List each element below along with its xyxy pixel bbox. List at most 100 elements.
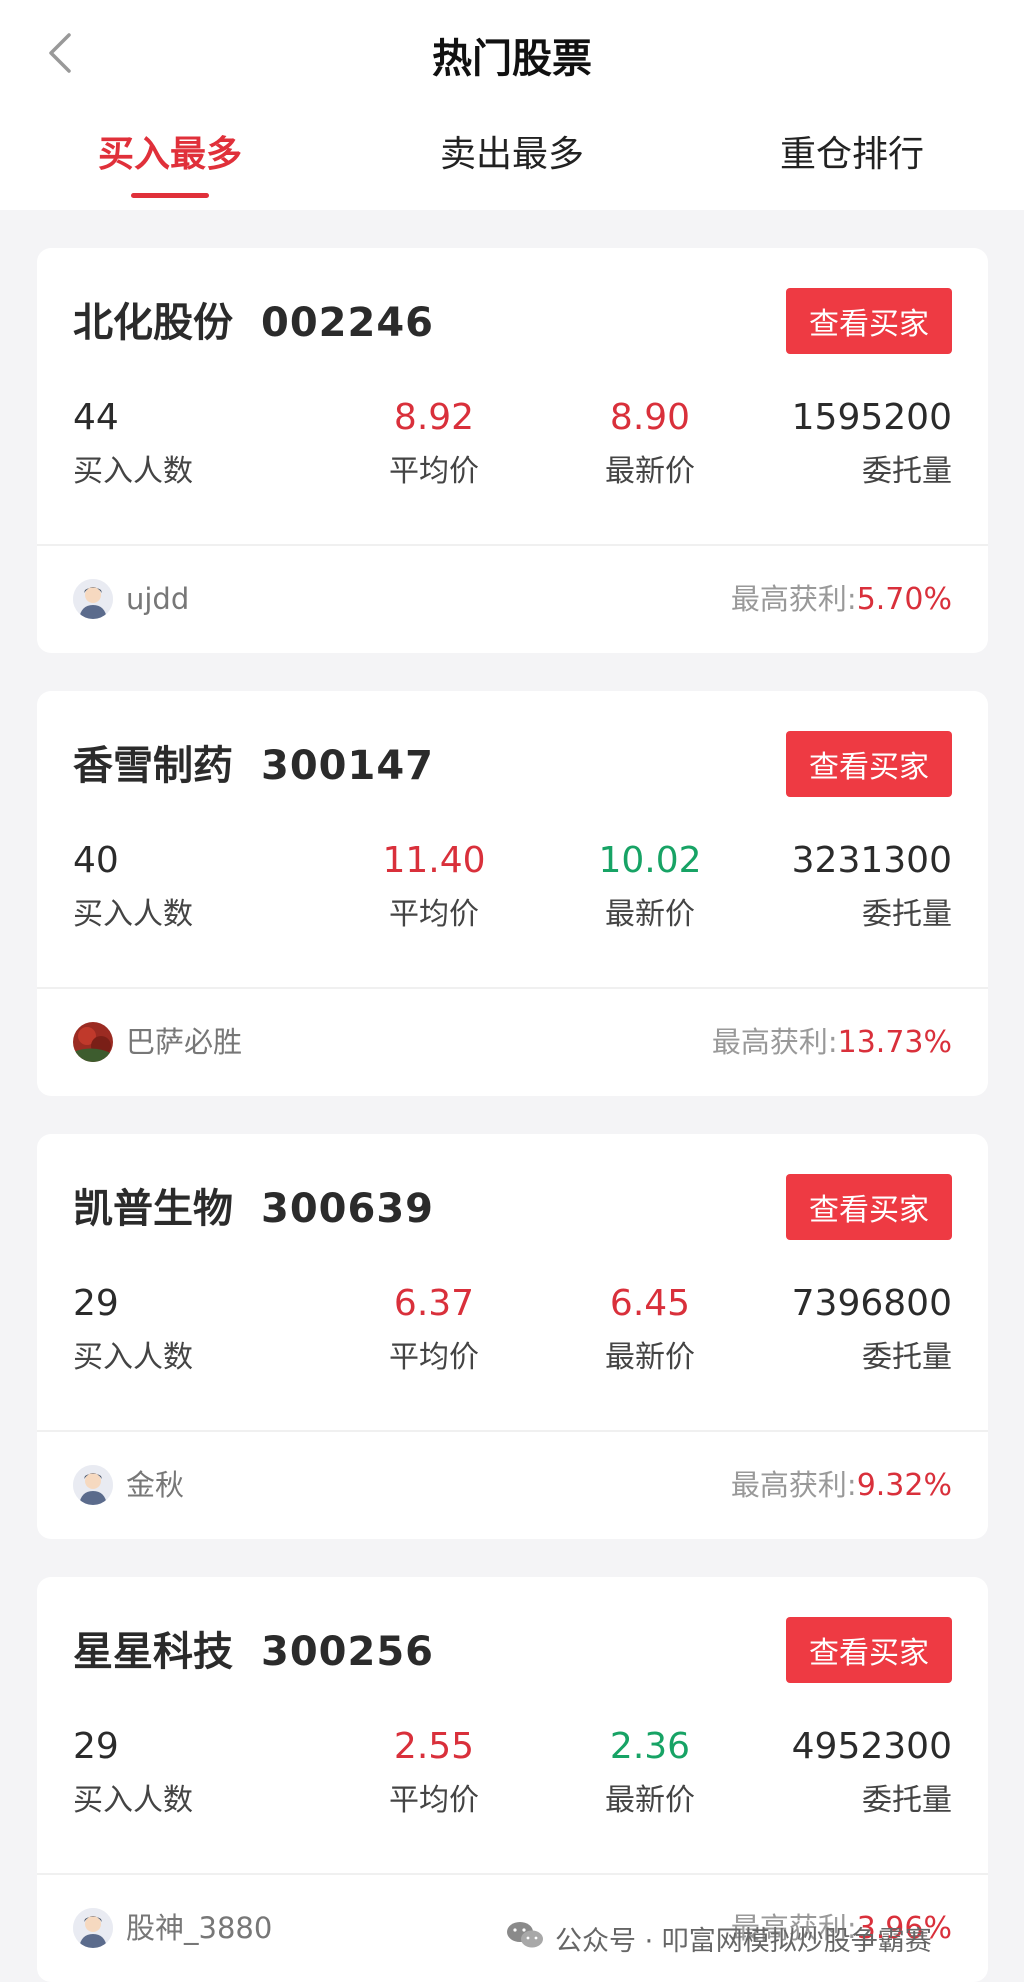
watermark: 公众号 · 叩富网模拟炒股争霸赛 — [505, 1910, 932, 1966]
stock-name: 北化股份 — [73, 300, 233, 346]
buyers-count: 40 — [73, 840, 119, 881]
avg-price-value: 11.40 — [382, 840, 486, 881]
max-profit-value: 5.70% — [856, 582, 952, 617]
divider — [37, 1430, 988, 1432]
volume-value: 4952300 — [791, 1726, 952, 1767]
stock-card: 北化股份 002246 查看买家 44 买入人数 8.92 平均价 8.90 最新… — [37, 248, 988, 653]
last-price-value: 8.90 — [609, 397, 691, 438]
stock-code: 300639 — [261, 1186, 434, 1232]
avg-price-label: 平均价 — [389, 454, 479, 489]
last-price-value: 2.36 — [609, 1726, 691, 1767]
max-profit-value: 9.32% — [856, 1468, 952, 1503]
tab-sell-most[interactable]: 卖出最多 — [410, 125, 614, 210]
user-avatar-icon — [73, 1022, 113, 1062]
tab-heavy-position-rank[interactable]: 重仓排行 — [750, 125, 954, 210]
stock-title: 北化股份 002246 — [73, 290, 434, 348]
divider — [37, 987, 988, 989]
stat-last-price: 6.45 最新价 — [575, 1282, 725, 1378]
page-title: 热门股票 — [432, 36, 592, 82]
stock-code: 002246 — [261, 300, 434, 346]
top-user-row[interactable]: 巴萨必胜 最高获利:13.73% — [73, 1019, 952, 1065]
view-buyers-button[interactable]: 查看买家 — [786, 1174, 952, 1240]
username: 股神_3880 — [126, 1911, 273, 1945]
top-user-row[interactable]: ujdd 最高获利:5.70% — [73, 576, 952, 622]
user-avatar-icon — [73, 1465, 113, 1505]
max-profit-label: 最高获利: — [711, 1025, 838, 1059]
stat-volume: 3231300 委托量 — [792, 839, 952, 935]
stock-title: 星星科技 300256 — [73, 1619, 434, 1677]
avg-price-value: 8.92 — [393, 397, 475, 438]
stock-card: 香雪制药 300147 查看买家 40 买入人数 11.40 平均价 10.02 … — [37, 691, 988, 1096]
divider — [37, 1873, 988, 1875]
last-price-label: 最新价 — [605, 454, 695, 489]
tab-label: 卖出最多 — [439, 134, 584, 175]
view-buyers-button[interactable]: 查看买家 — [786, 1617, 952, 1683]
max-profit-value: 13.73% — [837, 1025, 952, 1060]
stat-avg-price: 8.92 平均价 — [359, 396, 509, 492]
last-price-value: 6.45 — [609, 1283, 691, 1324]
divider — [37, 544, 988, 546]
volume-value: 3231300 — [791, 840, 952, 881]
stat-buyers: 44 买入人数 — [73, 396, 193, 492]
max-profit: 最高获利:5.70% — [731, 576, 952, 623]
tab-label: 重仓排行 — [779, 134, 924, 175]
stock-title: 凯普生物 300639 — [73, 1176, 434, 1234]
tab-buy-most[interactable]: 买入最多 — [68, 125, 272, 210]
volume-value: 7396800 — [791, 1283, 952, 1324]
stat-avg-price: 6.37 平均价 — [359, 1282, 509, 1378]
wechat-icon — [505, 1919, 545, 1958]
stat-last-price: 8.90 最新价 — [575, 396, 725, 492]
max-profit-label: 最高获利: — [730, 1468, 857, 1502]
max-profit-label: 最高获利: — [730, 582, 857, 616]
volume-label: 委托量 — [862, 897, 952, 932]
stat-buyers: 40 买入人数 — [73, 839, 193, 935]
buyers-count: 29 — [73, 1283, 119, 1324]
stock-name: 凯普生物 — [73, 1186, 233, 1232]
stock-code: 300256 — [261, 1629, 434, 1675]
stat-volume: 7396800 委托量 — [792, 1282, 952, 1378]
max-profit: 最高获利:9.32% — [731, 1462, 952, 1509]
stock-card: 凯普生物 300639 查看买家 29 买入人数 6.37 平均价 6.45 最新… — [37, 1134, 988, 1539]
buyers-label: 买入人数 — [73, 1340, 193, 1375]
stock-name: 星星科技 — [73, 1629, 233, 1675]
buyers-label: 买入人数 — [73, 1783, 193, 1818]
header: 热门股票 买入最多 卖出最多 重仓排行 — [0, 0, 1024, 210]
view-buyers-button[interactable]: 查看买家 — [786, 288, 952, 354]
stat-avg-price: 2.55 平均价 — [359, 1725, 509, 1821]
stat-buyers: 29 买入人数 — [73, 1282, 193, 1378]
user-avatar-icon — [73, 579, 113, 619]
tab-bar: 买入最多 卖出最多 重仓排行 — [0, 125, 1024, 210]
avg-price-value: 6.37 — [393, 1283, 475, 1324]
top-user-row[interactable]: 金秋 最高获利:9.32% — [73, 1462, 952, 1508]
max-profit: 最高获利:13.73% — [712, 1019, 952, 1066]
stat-buyers: 29 买入人数 — [73, 1725, 193, 1821]
username: ujdd — [126, 582, 190, 616]
last-price-value: 10.02 — [598, 840, 702, 881]
buyers-count: 44 — [73, 397, 119, 438]
buyers-count: 29 — [73, 1726, 119, 1767]
volume-label: 委托量 — [862, 454, 952, 489]
avg-price-label: 平均价 — [389, 897, 479, 932]
last-price-label: 最新价 — [605, 897, 695, 932]
last-price-label: 最新价 — [605, 1783, 695, 1818]
stock-code: 300147 — [261, 743, 434, 789]
volume-label: 委托量 — [862, 1340, 952, 1375]
stat-volume: 1595200 委托量 — [792, 396, 952, 492]
view-buyers-button[interactable]: 查看买家 — [786, 731, 952, 797]
buyers-label: 买入人数 — [73, 897, 193, 932]
avg-price-label: 平均价 — [389, 1783, 479, 1818]
stock-title: 香雪制药 300147 — [73, 733, 434, 791]
avg-price-label: 平均价 — [389, 1340, 479, 1375]
tab-active-indicator — [131, 193, 209, 198]
username: 金秋 — [126, 1468, 185, 1502]
stat-last-price: 10.02 最新价 — [575, 839, 725, 935]
buyers-label: 买入人数 — [73, 454, 193, 489]
user-avatar-icon — [73, 1908, 113, 1948]
stat-last-price: 2.36 最新价 — [575, 1725, 725, 1821]
watermark-text: 公众号 · 叩富网模拟炒股争霸赛 — [555, 1925, 932, 1957]
volume-value: 1595200 — [791, 397, 952, 438]
stat-avg-price: 11.40 平均价 — [359, 839, 509, 935]
last-price-label: 最新价 — [605, 1340, 695, 1375]
username: 巴萨必胜 — [126, 1025, 243, 1059]
stock-name: 香雪制药 — [73, 743, 233, 789]
